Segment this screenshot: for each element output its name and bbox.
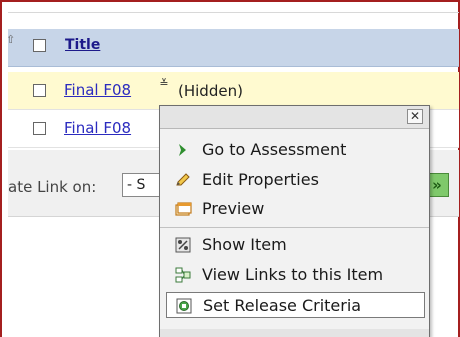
menu-item-view-links[interactable]: View Links to this Item xyxy=(166,262,425,288)
menu-item-label: Show Item xyxy=(202,235,287,254)
menu-more-indicator xyxy=(160,329,429,337)
menu-item-go-to-assessment[interactable]: Go to Assessment xyxy=(166,137,425,163)
menu-item-edit-properties[interactable]: Edit Properties xyxy=(166,167,425,193)
row-checkbox[interactable] xyxy=(33,122,46,135)
sort-arrow-icon[interactable]: ⇧ xyxy=(6,33,15,46)
select-all-checkbox[interactable] xyxy=(33,39,46,52)
menu-separator xyxy=(160,227,429,228)
item-title-link[interactable]: Final F08 xyxy=(64,119,131,137)
context-menu-toggle-icon[interactable]: ≚ xyxy=(157,78,171,96)
menu-item-set-release-criteria[interactable]: Set Release Criteria xyxy=(166,292,425,318)
menu-item-label: Edit Properties xyxy=(202,170,319,189)
menu-item-show-item[interactable]: Show Item xyxy=(166,232,425,258)
preview-window-icon xyxy=(174,200,192,218)
close-icon[interactable]: ✕ xyxy=(407,109,423,124)
item-title-link[interactable]: Final F08 xyxy=(64,81,131,99)
menu-item-label: Set Release Criteria xyxy=(203,296,362,315)
item-status: (Hidden) xyxy=(178,82,243,100)
title-column-header[interactable]: Title xyxy=(65,37,100,53)
release-criteria-icon xyxy=(175,297,193,315)
go-arrow-icon xyxy=(174,141,192,159)
pencil-icon xyxy=(174,171,192,189)
links-icon xyxy=(174,266,192,284)
row-checkbox[interactable] xyxy=(33,84,46,97)
menu-item-preview[interactable]: Preview xyxy=(166,196,425,222)
show-item-icon xyxy=(174,236,192,254)
link-on-label: ate Link on: xyxy=(8,178,97,196)
menu-item-label: Preview xyxy=(202,199,265,218)
context-menu-titlebar: ✕ xyxy=(160,106,429,129)
menu-item-label: Go to Assessment xyxy=(202,140,347,159)
top-divider xyxy=(8,12,459,13)
context-menu: ✕ Go to Assessment Edit Properties Previ… xyxy=(159,105,430,337)
menu-item-label: View Links to this Item xyxy=(202,265,384,284)
